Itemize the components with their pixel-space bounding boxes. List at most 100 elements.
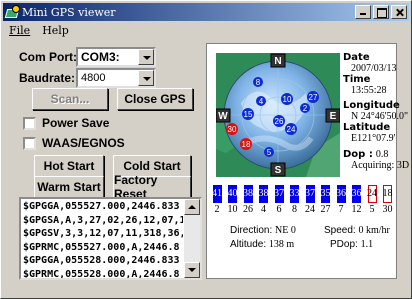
maximize-icon[interactable] <box>373 5 389 19</box>
latitude-value: E121°07.9' <box>351 133 396 144</box>
snr-value-label: 38 <box>243 188 253 199</box>
compass-south: S <box>270 162 286 177</box>
scroll-up-icon[interactable] <box>184 199 200 215</box>
svg-text:W: W <box>218 111 228 122</box>
nmea-line[interactable]: $GPRMC,055528.000,A,2446.8 <box>23 268 183 279</box>
menu-help[interactable]: Help <box>36 24 75 37</box>
factory-reset-button[interactable]: Factory Reset <box>113 173 191 201</box>
prn-label: 10 <box>227 204 238 215</box>
snr-value-label: 33 <box>289 188 300 199</box>
svg-text:27: 27 <box>309 93 318 102</box>
dop-row: Dop : 0.8 <box>343 149 389 160</box>
snr-value-label: 24 <box>367 188 377 199</box>
satellite-marker: 18 <box>240 138 252 150</box>
prn-label: 5 <box>369 204 375 215</box>
scan-button[interactable]: Scan... <box>32 88 108 110</box>
latitude-label: Latitude <box>343 122 391 133</box>
menu-file[interactable]: File <box>3 24 36 37</box>
svg-text:8: 8 <box>256 78 261 87</box>
satellite-marker: 24 <box>285 123 297 135</box>
nmea-line[interactable]: $GPGGA,055528.000,2446.833 <box>23 254 183 268</box>
com-port-select[interactable]: COM3: <box>76 47 156 67</box>
speed-readout: Speed: 0 km/hr <box>324 225 390 236</box>
snr-value-label: 36 <box>351 188 362 199</box>
svg-text:18: 18 <box>242 140 251 149</box>
signal-strength-chart: 41 2 40 10 38 26 38 4 37 6 33 8 37 24 35 27 36 7 36 12 24 5 18… <box>207 181 397 221</box>
minimize-icon[interactable] <box>355 5 371 19</box>
satellite-marker: 4 <box>256 96 266 106</box>
altitude-readout: Altitude: 138 m <box>230 239 294 250</box>
vertical-scrollbar[interactable] <box>184 199 200 278</box>
snr-value-label: 37 <box>274 188 284 199</box>
svg-text:2: 2 <box>303 104 308 113</box>
scroll-down-icon[interactable] <box>184 262 200 278</box>
prn-label: 2 <box>214 204 220 215</box>
satellite-marker: 15 <box>242 108 254 120</box>
close-icon[interactable] <box>391 5 407 19</box>
snr-value-label: 37 <box>305 188 315 199</box>
time-value: 13:55:28 <box>351 85 387 96</box>
hot-start-button[interactable]: Hot Start <box>34 155 104 177</box>
satellite-marker: 30 <box>226 123 238 135</box>
snr-value-label: 18 <box>382 188 393 199</box>
sky-view-globe: N S E W 8 27 10 2 4 15 30 26 24 18 5 <box>216 53 340 177</box>
com-port-value: COM3: <box>81 50 120 64</box>
power-save-checkbox[interactable]: Power Save <box>23 116 109 130</box>
svg-text:30: 30 <box>228 125 237 134</box>
dop-value: 0.8 <box>375 149 389 160</box>
satellite-marker: 10 <box>281 93 293 105</box>
compass-north: N <box>270 53 286 68</box>
snr-value-label: 41 <box>212 188 222 199</box>
power-save-label: Power Save <box>42 116 110 130</box>
chevron-down-icon[interactable] <box>138 49 154 65</box>
longitude-value: N 24°46'50.0" <box>351 111 409 122</box>
compass-west: W <box>216 108 231 123</box>
speed-value: 0 km/hr <box>358 225 390 236</box>
svg-text:N: N <box>274 56 281 67</box>
altitude-label: Altitude: <box>230 239 267 250</box>
direction-label: Direction: <box>230 225 273 236</box>
pdop-readout: PDop: 1.1 <box>330 239 373 250</box>
title-bar[interactable]: Mini GPS viewer <box>3 3 409 21</box>
prn-label: 6 <box>276 204 282 215</box>
date-value: 2007/03/13 <box>351 63 397 74</box>
prn-label: 27 <box>320 204 331 215</box>
checkbox-box[interactable] <box>23 136 36 150</box>
gps-status-panel: N S E W 8 27 10 2 4 15 30 26 24 18 5 Dat… <box>206 43 409 279</box>
menu-bar: File Help <box>3 22 75 38</box>
snr-value-label: 35 <box>320 188 331 199</box>
svg-text:15: 15 <box>244 110 253 119</box>
direction-value: NE 0 <box>275 225 296 236</box>
nmea-line[interactable]: $GPGGA,055527.000,2446.833 <box>23 200 183 214</box>
svg-text:24: 24 <box>287 125 296 134</box>
baudrate-select[interactable]: 4800 <box>76 68 156 88</box>
close-gps-button[interactable]: Close GPS <box>117 88 193 110</box>
svg-text:S: S <box>275 165 282 176</box>
gps-app-icon <box>5 5 20 19</box>
snr-value-label: 36 <box>336 188 346 199</box>
satellite-marker: 2 <box>300 103 310 113</box>
nmea-line[interactable]: $GPGSV,3,3,12,07,11,318,36,1 <box>23 227 183 241</box>
satellite-marker: 27 <box>307 91 319 103</box>
time-label: Time <box>343 74 371 85</box>
waas-egnos-checkbox[interactable]: WAAS/EGNOS <box>23 136 125 150</box>
nmea-log-list[interactable]: $GPGGA,055527.000,2446.833 $GPGSA,A,3,27,… <box>19 197 202 280</box>
com-port-label: Com Port: <box>19 50 77 64</box>
nmea-line[interactable]: $GPRMC,055527.000,A,2446.8 <box>23 241 183 255</box>
direction-readout: Direction: NE 0 <box>230 225 296 236</box>
prn-label: 24 <box>305 204 315 215</box>
satellite-marker: 5 <box>264 147 274 157</box>
nmea-line[interactable]: $GPGSA,A,3,27,02,26,12,07,10, <box>23 214 183 228</box>
position-info: Date 2007/03/13 Time 13:55:28 Longitude … <box>343 52 409 171</box>
svg-text:4: 4 <box>259 97 264 106</box>
svg-text:E: E <box>330 111 337 122</box>
snr-value-label: 40 <box>227 188 238 199</box>
checkbox-box[interactable] <box>23 116 36 130</box>
satellite-marker: 8 <box>253 77 263 87</box>
chevron-down-icon[interactable] <box>138 70 154 86</box>
prn-label: 30 <box>382 204 393 215</box>
prn-label: 26 <box>243 204 253 215</box>
date-label: Date <box>343 52 370 63</box>
baudrate-label: Baudrate: <box>19 71 76 85</box>
warm-start-button[interactable]: Warm Start <box>34 176 104 198</box>
